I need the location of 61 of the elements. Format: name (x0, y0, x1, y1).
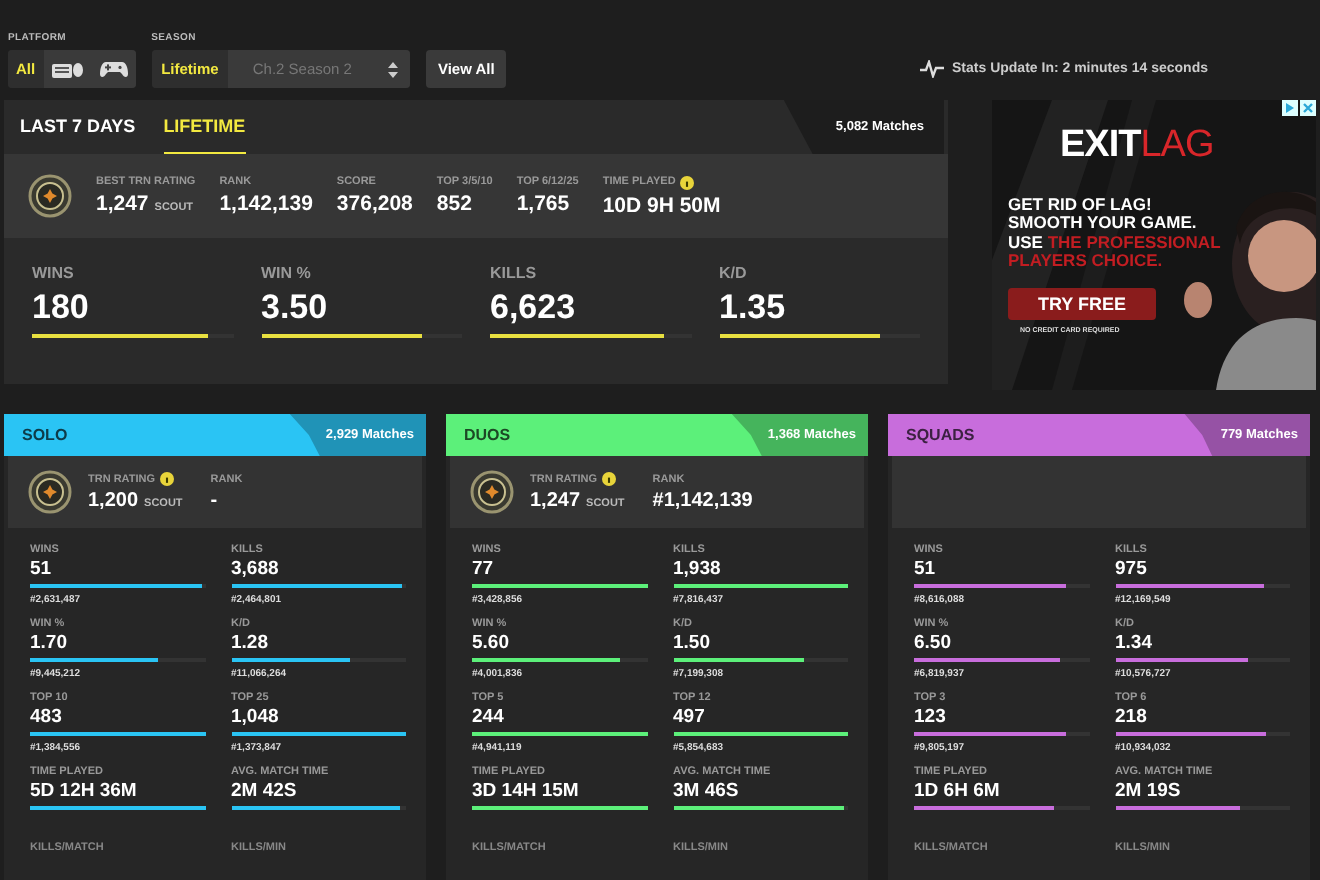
close-icon[interactable] (1300, 100, 1316, 116)
stat-value: 1.50 (673, 632, 712, 654)
stat-value: 3D 14H 15M (472, 780, 581, 802)
mode-title: SQUADS (904, 424, 977, 448)
stat-value: 1,200 (88, 490, 139, 512)
stat-value: 1.35 (719, 288, 788, 328)
stat-value: 1.28 (231, 632, 270, 654)
ad-text: GET RID OF LAG! SMOOTH YOUR GAME. USE THE PROFESSIONAL PLAYERS CHOICE. (1008, 196, 1223, 271)
stat-value: 6,623 (490, 288, 578, 328)
stat-value: 5D 12H 36M (30, 780, 139, 802)
stat-value: 1,247 (96, 192, 149, 216)
stat-value: 975 (1115, 558, 1149, 580)
stat-label: WINS (32, 264, 76, 282)
stat-value: 51 (914, 558, 938, 580)
stat-value: 3M 46S (673, 780, 741, 802)
ad-logo: EXITLAG (1060, 124, 1216, 168)
stat-value: #1,142,139 (652, 489, 753, 511)
stat-value: 10D 9H 50M (602, 193, 721, 217)
period-tab[interactable]: LAST 7 DAYS (20, 100, 136, 154)
stat-value: 2M 42S (231, 780, 299, 802)
stat-label: WIN % (261, 264, 313, 282)
stat-value: 3.50 (261, 288, 330, 328)
stat-value: 1,765 (516, 192, 570, 216)
stat-value: 218 (1115, 706, 1149, 728)
info-icon[interactable] (159, 472, 174, 486)
try-free-button[interactable]: TRY FREE (1008, 288, 1156, 321)
rating-badge-icon (28, 174, 72, 218)
stat-value: 1,048 (231, 706, 281, 728)
stat-value: 497 (673, 706, 707, 728)
stat-value: 77 (472, 558, 496, 580)
info-icon[interactable] (601, 472, 616, 486)
stat-value: 6.50 (914, 632, 953, 654)
stat-value: 123 (914, 706, 948, 728)
sort-caret-icon (387, 61, 398, 77)
stat-value: 483 (30, 706, 64, 728)
stat-label: K/D (719, 264, 749, 282)
stat-value: 1,247 (530, 490, 581, 512)
stat-value: 1.70 (30, 632, 69, 654)
pulse-icon (920, 60, 945, 78)
stat-value: 5.60 (472, 632, 511, 654)
stat-value: 3,688 (231, 558, 281, 580)
stat-value: 2M 19S (1115, 780, 1183, 802)
mode-title: DUOS (462, 424, 513, 448)
stat-value: 852 (436, 192, 472, 216)
stat-value: 1.34 (1115, 632, 1154, 654)
stat-value: 244 (472, 706, 506, 728)
rating-badge-icon (470, 470, 514, 514)
stat-value: 1,938 (673, 558, 723, 580)
stat-value: 376,208 (336, 192, 413, 216)
stat-value: 1D 6H 6M (914, 780, 1002, 802)
stat-value: 51 (30, 558, 54, 580)
gamepad-icon[interactable] (91, 50, 136, 88)
rating-badge-icon (28, 470, 72, 514)
ad-info-icon[interactable] (1282, 100, 1298, 116)
mode-title: SOLO (20, 424, 70, 448)
keyboard-icon[interactable] (43, 50, 92, 88)
info-icon[interactable] (679, 175, 694, 189)
stat-value: 180 (32, 288, 91, 328)
stat-value: 1,142,139 (219, 192, 313, 216)
stat-label: KILLS (490, 264, 539, 282)
stat-value: - (210, 489, 220, 511)
